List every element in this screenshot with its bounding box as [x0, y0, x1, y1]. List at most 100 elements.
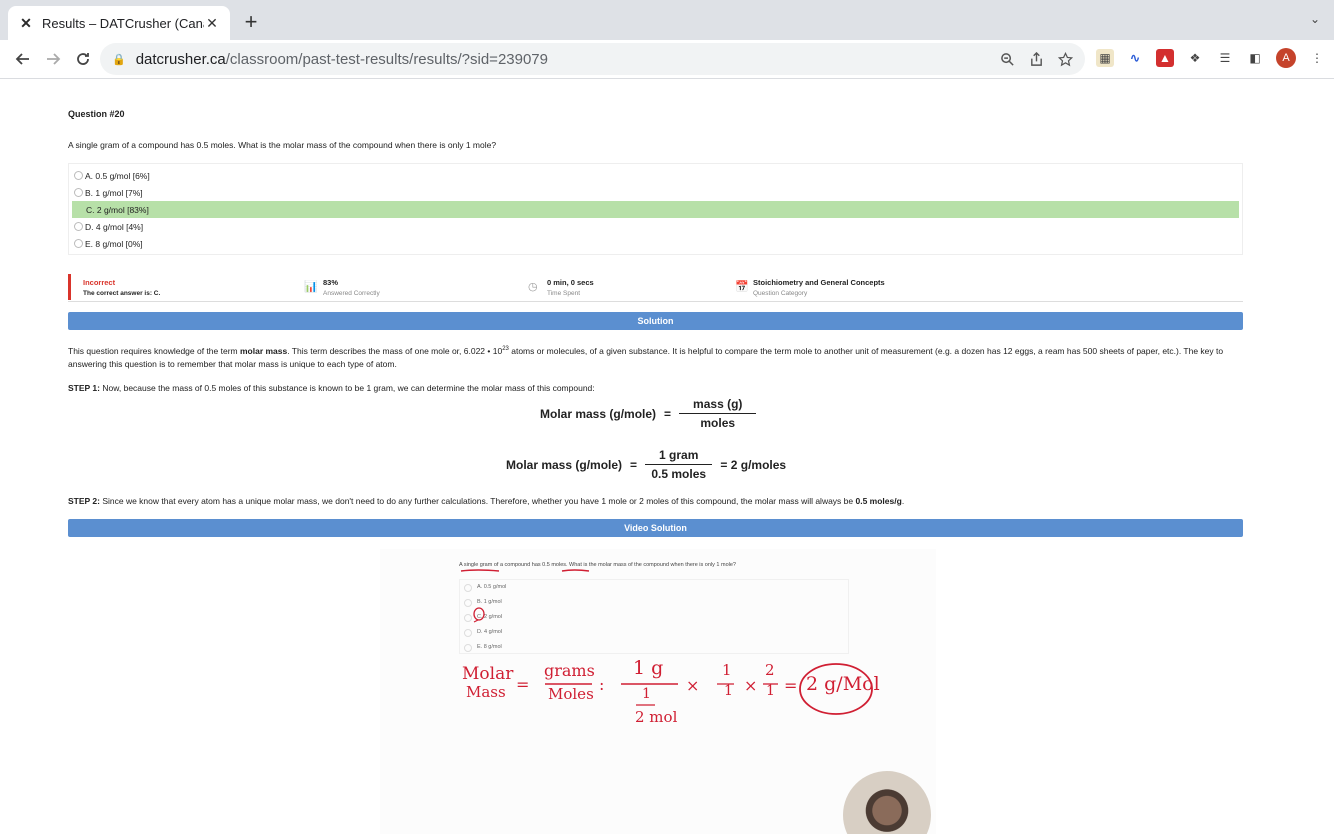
hand-times-2: ×: [744, 676, 758, 695]
back-arrow-icon: [15, 53, 29, 65]
result-status: Incorrect: [83, 278, 116, 287]
url-path: /classroom/past-test-results/results/?si…: [225, 50, 548, 68]
time-label: Time Spent: [547, 290, 580, 297]
step1-text: Now, because the mass of 0.5 moles of th…: [99, 383, 595, 393]
intro-text: This question requires knowledge of the …: [68, 345, 240, 356]
option-c-correct[interactable]: C. 2 g/mol [83%]: [72, 201, 1239, 218]
radio-icon[interactable]: [74, 188, 83, 197]
url-host: datcrusher.ca: [135, 50, 226, 68]
extensions-puzzle-icon[interactable]: ❖: [1186, 49, 1204, 67]
formula1-numerator: mass (g): [679, 397, 757, 414]
address-bar[interactable]: 🔒 datcrusher.ca/classroom/past-test-resu…: [100, 43, 1085, 75]
forward-button[interactable]: [38, 44, 68, 74]
active-tab[interactable]: ✕ Results – DATCrusher (Canadia ✕: [8, 6, 230, 40]
correct-answer-text: The correct answer is: C.: [83, 290, 161, 297]
option-label: A. 0.5 g/mol [6%]: [85, 170, 150, 181]
hand-equals-3: =: [784, 676, 798, 695]
datcrusher-favicon-icon: ✕: [20, 15, 32, 31]
category-stat: Stoichiometry and General Concepts Quest…: [753, 278, 885, 297]
question-stem: A single gram of a compound has 0.5 mole…: [68, 140, 497, 150]
radio-icon[interactable]: [74, 222, 83, 231]
option-d[interactable]: D. 4 g/mol [4%]: [72, 218, 1239, 235]
forward-arrow-icon: [47, 53, 61, 65]
profile-avatar[interactable]: A: [1276, 48, 1296, 68]
new-tab-button[interactable]: +: [240, 10, 262, 34]
category-label: Question Category: [753, 290, 808, 297]
tab-title: Results – DATCrusher (Canadia: [42, 15, 204, 31]
option-label: C. 2 g/mol [83%]: [86, 204, 149, 215]
hand-2mol: 2 mol: [635, 708, 678, 726]
question-number: Question #20: [68, 109, 125, 119]
option-label: B. 1 g/mol [7%]: [85, 187, 143, 198]
step2-label: STEP 2:: [68, 496, 100, 506]
video-option: B. 1 g/mol: [460, 595, 848, 610]
formula2-denominator: 0.5 moles: [651, 467, 707, 481]
browser-menu-icon[interactable]: ⋮: [1308, 49, 1326, 67]
zoom-icon[interactable]: [1000, 52, 1015, 67]
solution-banner: Solution: [68, 312, 1243, 330]
intro-text: . This term describes the mass of one mo…: [287, 345, 503, 356]
lock-icon: 🔒: [112, 53, 126, 66]
formula1-lhs: Molar mass (g/mole): [540, 406, 657, 421]
hand-answer: 2 g/Mol: [806, 673, 880, 695]
tab-search-chevron-icon[interactable]: ⌄: [1310, 12, 1320, 26]
percent-correct: 83%: [323, 278, 339, 287]
radio-icon[interactable]: [74, 171, 83, 180]
close-tab-icon[interactable]: ✕: [204, 15, 220, 32]
side-panel-icon[interactable]: ◧: [1246, 49, 1264, 67]
video-options: A. 0.5 g/mol B. 1 g/mol C. 2 g/mol D. 4 …: [459, 579, 849, 654]
video-option: C. 2 g/mol: [460, 610, 848, 625]
result-stat: Incorrect The correct answer is: C.: [83, 278, 160, 297]
hand-times: ×: [686, 676, 700, 695]
option-e[interactable]: E. 8 g/mol [0%]: [72, 235, 1239, 252]
bar-chart-icon: 📊: [304, 281, 318, 293]
video-option: D. 4 g/mol: [460, 625, 848, 640]
video-solution-banner: Video Solution: [68, 519, 1243, 537]
hand-moles: Moles: [548, 685, 594, 703]
pdf-extension-icon[interactable]: ▲: [1156, 49, 1174, 67]
formula-calculation: Molar mass (g/mole) = 1 gram 0.5 moles =…: [506, 448, 786, 481]
reload-button[interactable]: [68, 44, 98, 74]
calendar-icon: 📅: [735, 281, 749, 293]
step2-text: Since we know that every atom has a uniq…: [99, 496, 856, 506]
result-stats: Incorrect The correct answer is: C. 📊 83…: [68, 274, 1243, 302]
browser-toolbar: 🔒 datcrusher.ca/classroom/past-test-resu…: [0, 40, 1334, 78]
formula1-fraction: mass (g) moles: [679, 397, 757, 430]
back-button[interactable]: [8, 44, 38, 74]
media-controls-icon[interactable]: ☰: [1216, 49, 1234, 67]
reload-icon: [77, 53, 89, 65]
video-option: E. 8 g/mol: [460, 640, 848, 655]
option-label: E. 8 g/mol [0%]: [85, 238, 143, 249]
hand-equals: =: [516, 675, 530, 694]
formula1-denominator: moles: [700, 416, 736, 430]
formula1-equals: =: [664, 406, 672, 421]
time-spent: 0 min, 0 secs: [547, 278, 594, 287]
hand-frac2-num: 2: [765, 661, 775, 679]
hand-frac2-den: 1: [766, 683, 775, 699]
clock-icon: ◷: [528, 281, 538, 293]
hand-equals-2: :: [599, 675, 605, 694]
formula2-lhs: Molar mass (g/mole): [506, 457, 623, 472]
formula-molar-mass: Molar mass (g/mole) = mass (g) moles: [540, 397, 764, 430]
share-icon[interactable]: [1029, 51, 1044, 67]
results-page: Question #20 A single gram of a compound…: [0, 79, 1334, 834]
incorrect-indicator-bar: [68, 274, 71, 300]
option-b[interactable]: B. 1 g/mol [7%]: [72, 184, 1239, 201]
step2-bold: 0.5 moles/g: [855, 496, 902, 506]
step2-end: .: [901, 496, 905, 506]
hand-1g: 1 g: [633, 657, 664, 679]
calculator-extension-icon[interactable]: ▦: [1096, 49, 1114, 67]
hand-one: 1: [642, 686, 651, 702]
waveform-extension-icon[interactable]: ∿: [1126, 49, 1144, 67]
handwritten-underline: [460, 569, 590, 572]
answer-options: A. 0.5 g/mol [6%] B. 1 g/mol [7%] C. 2 g…: [68, 163, 1243, 255]
option-a[interactable]: A. 0.5 g/mol [6%]: [72, 167, 1239, 184]
tab-strip: ✕ Results – DATCrusher (Canadia ✕ + ⌄: [0, 0, 1334, 40]
hand-line: [636, 704, 655, 706]
formula2-equals: =: [630, 457, 638, 472]
formula2-result: = 2 g/moles: [720, 457, 787, 472]
video-player[interactable]: A single gram of a compound has 0.5 mole…: [380, 549, 936, 834]
hand-mass: Mass: [466, 683, 506, 701]
radio-icon[interactable]: [74, 239, 83, 248]
bookmark-star-icon[interactable]: [1058, 51, 1073, 67]
